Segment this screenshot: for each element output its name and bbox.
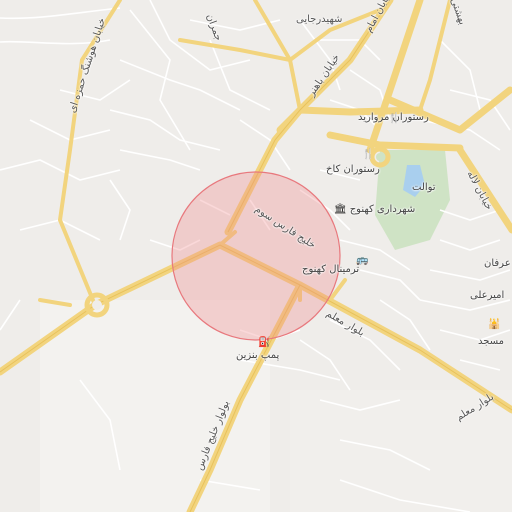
restaurant-icon: 🍴 (388, 113, 401, 124)
poi-label-erfan: عرفان (484, 258, 511, 269)
bus-icon: 🚌 (356, 255, 369, 266)
poi-label-municipality: شهرداری کهنوج (349, 204, 416, 215)
poi-terminal[interactable]: ترمینال کهنوج (302, 264, 359, 275)
poi-municipality[interactable]: 🏛 شهرداری کهنوج (334, 204, 415, 215)
poi-gas-station[interactable]: پمپ بنزین (236, 350, 279, 361)
fuel-icon: ⛽ (258, 337, 271, 348)
poi-label-gas-station: پمپ بنزین (236, 350, 280, 361)
poi-label-mosque: مسجد (478, 336, 504, 347)
poi-label-restaurant-kakh: رستوران کاخ (326, 164, 380, 175)
road-label-shahid-rajai: شهیدرجایی (296, 14, 343, 25)
poi-toilet[interactable]: توالت (412, 182, 436, 193)
museum-icon: 🏛 (334, 203, 347, 215)
restaurant-icon: 🍴 (362, 149, 375, 160)
poi-label-terminal: ترمینال کهنوج (302, 264, 360, 275)
map-view[interactable]: خیابان هوشنگ حمزه ای جمران شهیدرجایی خیا… (0, 0, 512, 512)
poi-restaurant-kakh[interactable]: رستوران کاخ (326, 164, 380, 175)
poi-label-toilet: توالت (412, 182, 436, 193)
highlight-circle (171, 171, 341, 341)
roundabout-west-center (92, 300, 102, 310)
poi-mosque[interactable]: مسجد (478, 336, 504, 347)
poi-label-amirali: امیرعلی (470, 290, 505, 301)
mosque-icon: 🕌 (488, 319, 501, 330)
roundabout-north-center (376, 153, 384, 161)
poi-amirali[interactable]: امیرعلی (470, 290, 504, 301)
poi-erfan[interactable]: عرفان (484, 258, 511, 269)
